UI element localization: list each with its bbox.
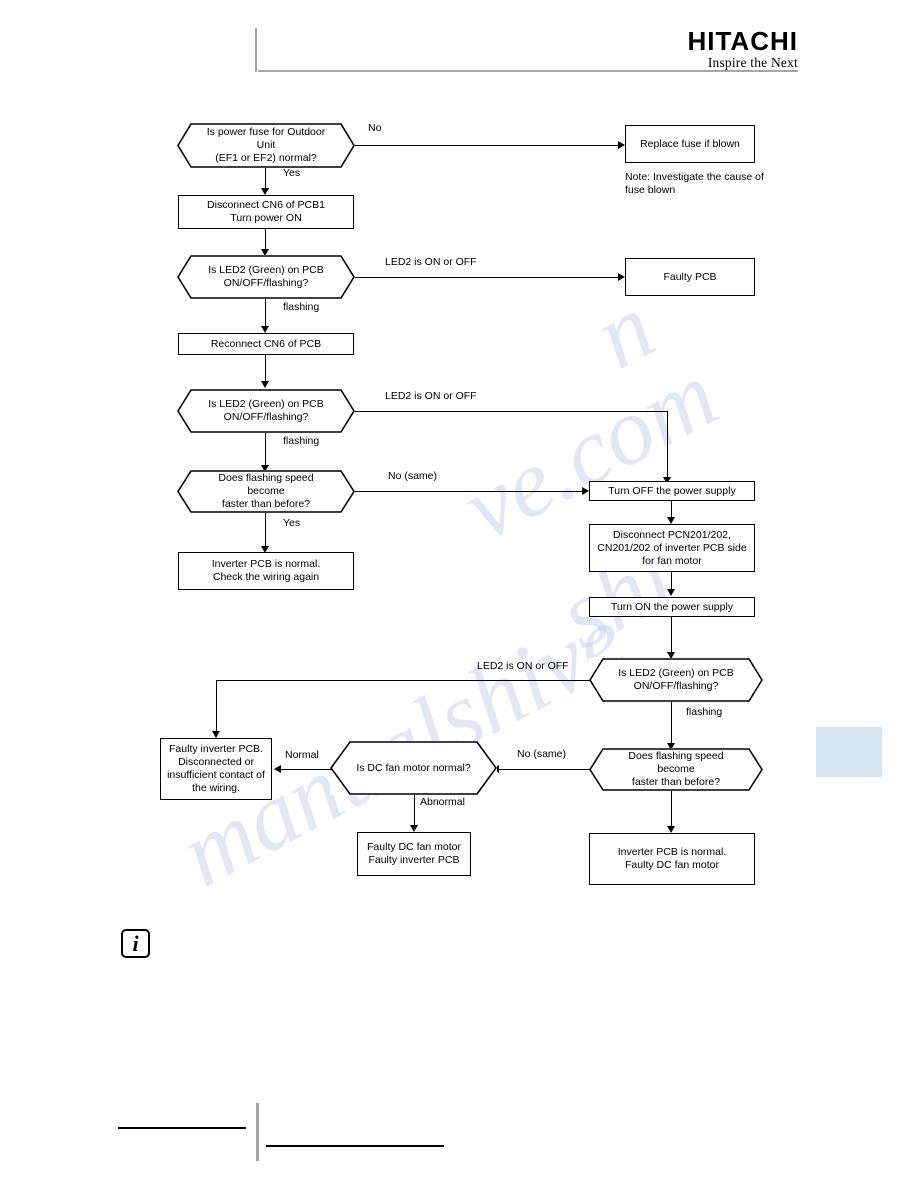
node-flashing-speed-2: Does flashing speed become faster than b…	[589, 748, 763, 791]
edge-n7-n10-vertical	[667, 411, 669, 479]
edge-n14-n16	[497, 769, 590, 771]
edge-n1-n2	[355, 145, 620, 147]
node-flashing-speed-1: Does flashing speed become faster than b…	[177, 470, 355, 513]
info-icon-glyph: i	[132, 930, 139, 956]
edge-n16-n17-arrowhead	[274, 765, 281, 773]
edge-label-flashing-2: flashing	[283, 435, 320, 447]
node-turn-off-power: Turn OFF the power supply	[589, 481, 755, 501]
edge-n1-n2-arrowhead	[618, 141, 625, 149]
edge-n11-n12-arrowhead	[667, 589, 675, 596]
node-label: Faulty DC fan motor Faulty inverter PCB	[367, 841, 461, 866]
node-led2-check-2: Is LED2 (Green) on PCB ON/OFF/flashing?	[177, 389, 355, 433]
node-replace-fuse: Replace fuse if blown	[625, 125, 755, 163]
node-disconnect-cn6-pcb1: Disconnect CN6 of PCB1 Turn power ON	[178, 195, 354, 229]
edge-label-led2-onoff-1: LED2 is ON or OFF	[385, 256, 477, 268]
header-vertical-rule	[255, 28, 257, 72]
header-rule	[258, 70, 798, 72]
node-faulty-inverter-pcb-wiring: Faulty inverter PCB. Disconnected or ins…	[160, 738, 272, 800]
node-disconnect-pcn201: Disconnect PCN201/202, CN201/202 of inve…	[589, 524, 755, 572]
edge-label-flashing-1: flashing	[283, 301, 320, 313]
node-dc-fan-motor-check: Is DC fan motor normal?	[330, 741, 497, 795]
node-inverter-normal-faulty-fan: Inverter PCB is normal. Faulty DC fan mo…	[589, 833, 755, 885]
node-faulty-pcb: Faulty PCB	[625, 258, 755, 296]
edge-label-led2-onoff-2: LED2 is ON or OFF	[385, 390, 477, 402]
node-label: Is LED2 (Green) on PCB ON/OFF/flashing?	[618, 667, 734, 692]
edge-n1-n3-arrowhead	[261, 188, 269, 195]
edge-n13-n14	[671, 702, 673, 744]
edge-label-no-same-1: No (same)	[388, 470, 438, 482]
edge-n16-n18	[414, 795, 416, 826]
edge-label-abnormal: Abnormal	[420, 796, 465, 808]
edge-n8-n10-arrowhead	[582, 487, 589, 495]
node-led2-check-3: Is LED2 (Green) on PCB ON/OFF/flashing?	[589, 658, 763, 702]
node-turn-on-power: Turn ON the power supply	[589, 597, 755, 617]
edge-label-no-same-2: No (same)	[517, 748, 567, 760]
node-label: Replace fuse if blown	[640, 137, 740, 150]
edge-label-led2-onoff-3: LED2 is ON or OFF	[477, 660, 569, 672]
note-fuse-cause: Note: Investigate the cause of fuse blow…	[625, 171, 764, 196]
node-reconnect-cn6: Reconnect CN6 of PCB	[178, 333, 354, 355]
node-label: Disconnect CN6 of PCB1 Turn power ON	[207, 199, 325, 224]
edge-n12-n13	[671, 617, 673, 653]
node-led2-check-1: Is LED2 (Green) on PCB ON/OFF/flashing?	[177, 255, 355, 299]
edge-n3-n4	[265, 229, 267, 251]
footer-rule-right	[266, 1145, 444, 1147]
information-icon: i	[121, 929, 150, 958]
edge-label-no-1: No	[368, 122, 382, 134]
edge-n4-n6-arrowhead	[261, 326, 269, 333]
node-power-fuse-check: Is power fuse for Outdoor Unit (EF1 or E…	[177, 123, 355, 168]
brand-name: HITACHI	[687, 26, 798, 56]
node-inverter-pcb-normal-check-wiring: Inverter PCB is normal. Check the wiring…	[178, 552, 354, 590]
brand-tagline: Inspire the Next	[707, 55, 798, 70]
hitachi-logo: HITACHI Inspire the Next	[618, 28, 798, 70]
edge-n14-n15	[671, 791, 673, 827]
node-label: Is LED2 (Green) on PCB ON/OFF/flashing?	[208, 264, 324, 289]
edge-n4-n5-arrowhead	[618, 273, 625, 281]
edge-n16-n18-arrowhead	[410, 825, 418, 832]
node-label: Faulty PCB	[663, 270, 717, 283]
edge-n1-n3	[265, 168, 267, 189]
edge-label-yes-2: Yes	[283, 517, 301, 529]
node-label: Faulty inverter PCB. Disconnected or ins…	[167, 743, 265, 794]
edge-n6-n7-arrowhead	[261, 381, 269, 388]
edge-n7-n10-horizontal	[355, 411, 668, 413]
node-label: Disconnect PCN201/202, CN201/202 of inve…	[597, 528, 747, 567]
edge-n13-n17-horizontal	[216, 680, 590, 682]
node-label: Inverter PCB is normal. Check the wiring…	[211, 558, 321, 583]
footer-vertical-rule	[256, 1103, 259, 1161]
node-label: Turn OFF the power supply	[608, 484, 736, 497]
edge-n8-n10	[355, 491, 584, 493]
edge-n16-n17	[280, 769, 332, 771]
edge-n4-n5	[355, 277, 620, 279]
edge-n10-n11	[671, 501, 673, 518]
edge-n13-n17-vertical	[216, 680, 218, 732]
edge-label-flashing-3: flashing	[686, 706, 723, 718]
node-label: Is DC fan motor normal?	[356, 761, 471, 774]
node-label: Does flashing speed become faster than b…	[628, 750, 724, 788]
edge-label-normal: Normal	[285, 749, 319, 761]
edge-n10-n11-arrowhead	[667, 517, 675, 524]
edge-label-yes-1: Yes	[283, 167, 301, 179]
edge-n7-n8	[265, 433, 267, 466]
edge-n11-n12	[671, 572, 673, 590]
page: ve.com n manualshive shi HITACHI Inspire…	[0, 0, 918, 1188]
node-label: Inverter PCB is normal. Faulty DC fan mo…	[617, 846, 727, 871]
edge-n14-n15-arrowhead	[667, 826, 675, 833]
node-label: Is power fuse for Outdoor Unit (EF1 or E…	[206, 126, 326, 164]
node-label: Is LED2 (Green) on PCB ON/OFF/flashing?	[208, 398, 324, 423]
node-faulty-dc-fan-motor: Faulty DC fan motor Faulty inverter PCB	[357, 832, 471, 876]
page-section-tab	[816, 727, 882, 777]
node-label: Reconnect CN6 of PCB	[210, 337, 322, 350]
edge-n4-n6	[265, 299, 267, 327]
edge-n8-n9	[265, 513, 267, 547]
node-label: Does flashing speed become faster than b…	[218, 472, 314, 510]
node-label: Turn ON the power supply	[610, 600, 734, 613]
edge-n13-n17-arrowhead	[212, 731, 220, 738]
edge-n6-n7	[265, 355, 267, 382]
footer-rule-left	[118, 1127, 246, 1129]
